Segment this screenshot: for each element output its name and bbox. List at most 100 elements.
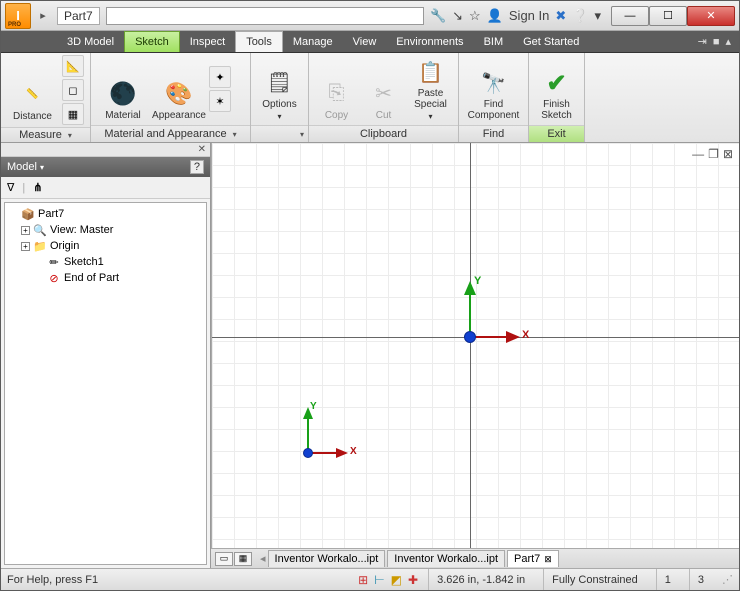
browser-help-icon[interactable]: ? [190, 160, 204, 174]
tab-bim[interactable]: BIM [474, 31, 514, 52]
canvas-window-controls: — ❐ ⊠ [692, 147, 733, 161]
canvas-close-icon[interactable]: ⊠ [723, 147, 733, 161]
exchange-icon[interactable]: ✖ [555, 8, 566, 24]
y-axis-label: Y [310, 401, 317, 412]
snap-icon[interactable]: ⊞ [358, 573, 368, 587]
wrench-icon[interactable]: 🔧 [430, 8, 446, 24]
tab-close-icon[interactable]: ⊠ [544, 554, 552, 565]
tab-environments[interactable]: Environments [386, 31, 473, 52]
measure-area-icon[interactable]: ▦ [62, 103, 84, 125]
tab-view[interactable]: View [343, 31, 387, 52]
document-title: Part7 [57, 7, 100, 25]
options-button[interactable]: 🗒 Options ▾ [257, 55, 302, 123]
app-icon-sub: PRO [8, 22, 21, 28]
browser-header[interactable]: Model ▾ ? [1, 157, 210, 177]
view-icon: 🔍 [33, 224, 47, 236]
document-tabs: ▭ ▦ ◂ Inventor Workalo...ipt Inventor Wo… [211, 548, 739, 568]
doc-tab-2[interactable]: Inventor Workalo...ipt [387, 550, 505, 567]
signin-link[interactable]: Sign In [509, 8, 549, 23]
dropdown-icon[interactable] [231, 128, 237, 140]
model-tree[interactable]: 📦 Part7 + 🔍 View: Master + 📁 Origin ✏ Sk… [4, 202, 207, 565]
expand-icon[interactable]: + [21, 242, 30, 251]
dropdown-icon[interactable] [66, 129, 72, 141]
panel-matapp-title: Material and Appearance [104, 128, 226, 140]
y-axis-label: Y [474, 275, 481, 287]
dropdown-icon[interactable] [298, 128, 304, 140]
tab-scroll-left-icon[interactable]: ◂ [260, 552, 266, 565]
canvas-restore-icon[interactable]: ❐ [708, 147, 719, 161]
tab-bullet-icon[interactable]: ■ [713, 36, 720, 48]
tab-getstarted[interactable]: Get Started [513, 31, 589, 52]
scissors-icon: ✂ [369, 79, 399, 109]
tab-mode-single-icon[interactable]: ▭ [215, 552, 233, 566]
quick-access-toolbar: ▸ [37, 7, 49, 25]
slice-icon[interactable]: ◩ [391, 573, 402, 587]
tab-inspect[interactable]: Inspect [180, 31, 235, 52]
sketch-canvas[interactable]: — ❐ ⊠ Y X [211, 143, 739, 548]
measure-angle-icon[interactable]: 📐 [62, 55, 84, 77]
app-icon[interactable]: IPRO [5, 3, 31, 29]
toolbar-separator: | [22, 182, 25, 194]
tab-mode-tile-icon[interactable]: ▦ [234, 552, 252, 566]
adjust-appearance-icon[interactable]: ✦ [209, 66, 231, 88]
minimize-button[interactable]: — [611, 6, 649, 26]
material-button[interactable]: 🌑 Material [97, 55, 149, 123]
search-input[interactable] [106, 7, 424, 25]
doc-tab-3[interactable]: Part7 ⊠ [507, 550, 559, 567]
close-button[interactable]: ✕ [687, 6, 735, 26]
tab-overflow-icon[interactable]: ⇥ [698, 35, 707, 48]
tab-3dmodel[interactable]: 3D Model [57, 31, 124, 52]
tree-view[interactable]: + 🔍 View: Master [7, 222, 204, 238]
appearance-button[interactable]: 🎨 Appearance [153, 55, 205, 123]
find-icon[interactable]: ⋔ [33, 181, 42, 194]
color-wheel-icon: 🎨 [164, 79, 194, 109]
tab-sketch[interactable]: Sketch [124, 31, 180, 52]
tab-tools[interactable]: Tools [235, 31, 283, 52]
panel-find: 🔭 Find Component Find [459, 53, 529, 142]
cut-button: ✂ Cut [362, 55, 405, 123]
distance-button[interactable]: 📏 Distance [7, 56, 58, 124]
app-window: { "title": "Part7", "signin": "Sign In",… [0, 0, 740, 591]
tab-view-mode: ▭ ▦ [215, 552, 252, 566]
tree-sketch-label: Sketch1 [64, 256, 104, 268]
tree-end[interactable]: ⊘ End of Part [7, 270, 204, 286]
status-resize-grip-icon[interactable]: ⋰ [722, 573, 733, 586]
star-icon[interactable]: ☆ [469, 8, 481, 24]
doc-tab-1[interactable]: Inventor Workalo...ipt [268, 550, 386, 567]
help-icon[interactable]: ❔ [572, 8, 588, 24]
window-controls: — ☐ ✕ [611, 6, 735, 26]
help-dropdown-icon[interactable]: ▾ [594, 8, 601, 24]
tree-sketch[interactable]: ✏ Sketch1 [7, 254, 204, 270]
qat-dropdown-icon[interactable]: ▸ [37, 7, 49, 25]
expand-icon[interactable]: + [21, 226, 30, 235]
tree-origin[interactable]: + 📁 Origin [7, 238, 204, 254]
tree-root-label: Part7 [38, 208, 64, 220]
find-component-button[interactable]: 🔭 Find Component [465, 55, 522, 123]
measure-loop-icon[interactable]: ◻ [62, 79, 84, 101]
browser-close-icon[interactable]: ✕ [198, 144, 206, 155]
clear-appearance-icon[interactable]: ✶ [209, 90, 231, 112]
doc-tab-3-label: Part7 [514, 553, 540, 565]
arrow-icon[interactable]: ↘ [452, 8, 463, 24]
tab-collapse-icon[interactable]: ▴ [725, 35, 731, 48]
panel-find-title: Find [483, 128, 504, 140]
maximize-button[interactable]: ☐ [649, 6, 687, 26]
panel-clipboard: ⎘ Copy ✂ Cut 📋 Paste Special ▾ Clipboard [309, 53, 459, 142]
workspace: ✕ Model ▾ ? ∇ | ⋔ 📦 Part7 + 🔍 [1, 143, 739, 568]
finish-sketch-button[interactable]: ✔ Finish Sketch [535, 55, 578, 123]
user-icon[interactable]: 👤 [487, 8, 503, 24]
canvas-area: — ❐ ⊠ Y X [211, 143, 739, 568]
canvas-minimize-icon[interactable]: — [692, 147, 704, 161]
copy-button: ⎘ Copy [315, 55, 358, 123]
panel-options: 🗒 Options ▾ [251, 53, 309, 142]
grid-icon[interactable]: ⊢ [374, 573, 384, 587]
sketch-icon: ✏ [47, 256, 61, 268]
status-coords: 3.626 in, -1.842 in [428, 569, 533, 590]
status-constraint: Fully Constrained [543, 569, 646, 590]
paste-special-button[interactable]: 📋 Paste Special ▾ [409, 55, 452, 123]
tab-manage[interactable]: Manage [283, 31, 343, 52]
panel-exit: ✔ Finish Sketch Exit [529, 53, 585, 142]
show-constraints-icon[interactable]: ✚ [408, 573, 418, 587]
tree-root[interactable]: 📦 Part7 [7, 206, 204, 222]
filter-icon[interactable]: ∇ [7, 181, 14, 194]
